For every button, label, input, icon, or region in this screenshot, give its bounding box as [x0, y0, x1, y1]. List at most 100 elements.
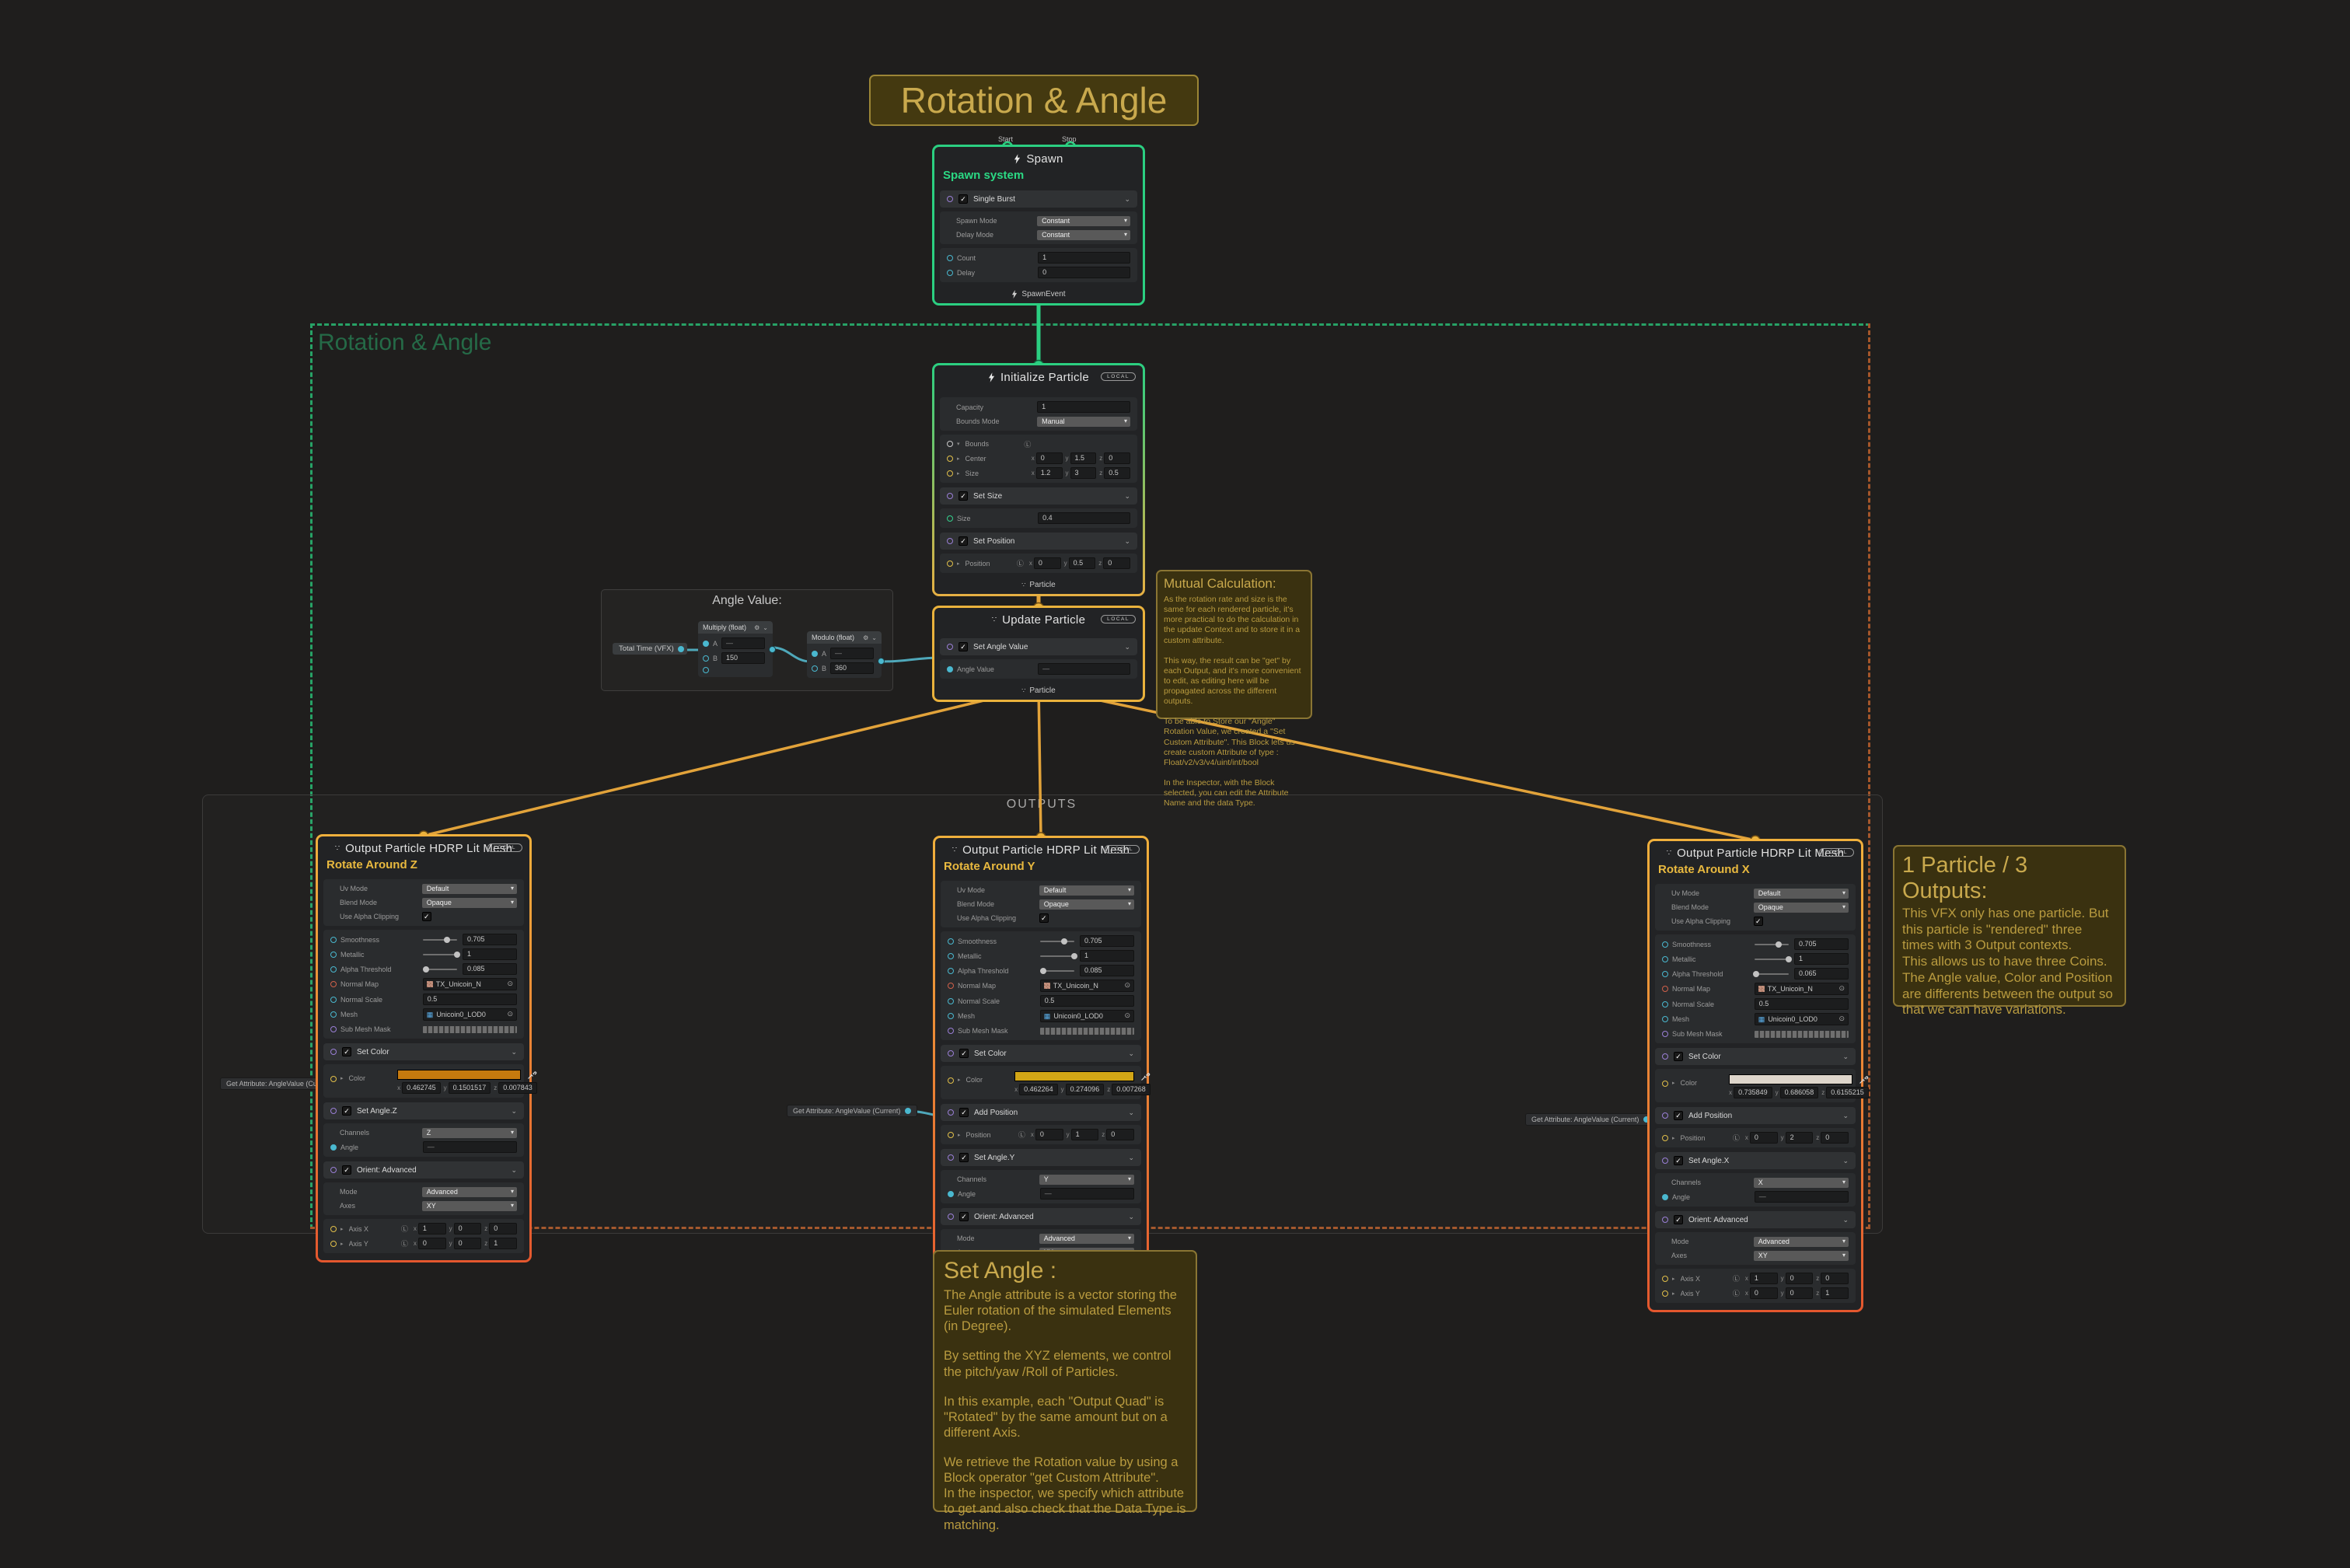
channels-dropdown[interactable]: Y: [1039, 1174, 1134, 1185]
axis-y-x-field[interactable]: 0: [417, 1238, 446, 1249]
multiply-node[interactable]: Multiply (float) ⚙ ⌄ A — B 150: [698, 621, 776, 677]
axis-y-x-field[interactable]: 0: [1749, 1287, 1778, 1299]
alpha-threshold-port[interactable]: [330, 966, 337, 973]
count-field[interactable]: 1: [1038, 252, 1130, 264]
one-particle-note[interactable]: 1 Particle / 3 Outputs: This VFX only ha…: [1893, 845, 2126, 1017]
position-x-field[interactable]: 0: [1033, 557, 1061, 569]
block-port[interactable]: [947, 644, 953, 650]
axis-x-z-field[interactable]: 0: [1821, 1273, 1849, 1284]
mode-dropdown[interactable]: Advanced: [421, 1186, 517, 1197]
modulo-node[interactable]: Modulo (float) ⚙ ⌄ A — B 360: [807, 631, 885, 678]
block-port[interactable]: [947, 493, 953, 499]
block-port[interactable]: [1662, 1053, 1668, 1060]
normal-scale-field[interactable]: 0.5: [422, 994, 517, 1005]
mesh-field[interactable]: ▦ Unicoin0_LOD0 ⊙: [422, 1008, 517, 1021]
eyedropper-icon[interactable]: [1140, 1071, 1151, 1081]
color-y-field[interactable]: 0.1501517: [448, 1082, 491, 1094]
blend-mode-dropdown[interactable]: Opaque: [421, 897, 517, 908]
chevron-down-icon[interactable]: ⌄: [511, 1166, 517, 1175]
sub-mesh-mask-field[interactable]: [422, 1025, 517, 1033]
set-angle-checkbox[interactable]: ✓: [342, 1106, 351, 1116]
color-z-field[interactable]: 0.007843: [498, 1082, 537, 1094]
chevron-down-icon[interactable]: ⌄: [511, 1048, 517, 1056]
total-time-node[interactable]: Total Time (VFX): [613, 643, 687, 655]
axis-x-port[interactable]: [330, 1225, 337, 1232]
axis-x-port[interactable]: [1662, 1275, 1668, 1282]
metallic-slider[interactable]: 1: [1039, 950, 1134, 962]
channels-dropdown[interactable]: X: [1753, 1177, 1849, 1188]
mode-dropdown[interactable]: Advanced: [1039, 1233, 1134, 1244]
output-context[interactable]: ∵ Output Particle HDRP Lit Mesh LOCAL Ro…: [1647, 839, 1869, 1312]
sub-mesh-mask-port[interactable]: [330, 1026, 337, 1032]
chevron-down-icon[interactable]: ⌄: [1124, 492, 1130, 501]
axis-x-x-field[interactable]: 1: [1749, 1273, 1778, 1284]
set-size-block[interactable]: ✓ Set Size ⌄: [940, 487, 1137, 505]
chevron-down-icon[interactable]: ⌄: [1124, 195, 1130, 204]
smoothness-port[interactable]: [330, 936, 337, 943]
color-port[interactable]: [1662, 1081, 1668, 1087]
mesh-field[interactable]: ▦ Unicoin0_LOD0 ⊙: [1754, 1013, 1849, 1025]
color-y-field[interactable]: 0.274096: [1065, 1084, 1105, 1095]
set-angle-block[interactable]: ✓ Set Angle.X ⌄: [1655, 1152, 1856, 1169]
chevron-down-icon[interactable]: ⌄: [1842, 1053, 1849, 1061]
position-z-field[interactable]: 0: [1821, 1132, 1849, 1144]
set-position-checkbox[interactable]: ✓: [959, 536, 968, 546]
chevron-down-icon[interactable]: ⌄: [763, 624, 768, 631]
set-color-block[interactable]: ✓ Set Color ⌄: [323, 1043, 524, 1060]
vfx-graph-canvas[interactable]: Rotation & Angle OUTPUTS Rotation & Angl…: [0, 0, 2350, 1568]
sub-mesh-mask-field[interactable]: [1754, 1030, 1849, 1038]
metallic-field[interactable]: 1: [463, 948, 517, 960]
mesh-port[interactable]: [948, 1013, 954, 1019]
color-x-field[interactable]: 0.735849: [1734, 1087, 1772, 1098]
chevron-down-icon[interactable]: ⌄: [1128, 1213, 1134, 1221]
sub-mesh-mask-port[interactable]: [948, 1028, 954, 1034]
gear-icon[interactable]: ⚙: [863, 634, 868, 641]
angle-port[interactable]: [1662, 1193, 1668, 1200]
alpha-threshold-slider[interactable]: 0.065: [1753, 968, 1849, 980]
count-port[interactable]: [947, 254, 953, 261]
object-picker-icon[interactable]: ⊙: [1124, 981, 1130, 990]
channels-dropdown[interactable]: Z: [421, 1127, 517, 1138]
metallic-port[interactable]: [948, 952, 954, 959]
angle-port[interactable]: [948, 1190, 954, 1197]
block-port[interactable]: [330, 1049, 337, 1055]
smoothness-field[interactable]: 0.705: [1794, 938, 1849, 950]
alpha-clipping-checkbox[interactable]: ✓: [421, 912, 431, 921]
chevron-down-icon[interactable]: ⌄: [1128, 1109, 1134, 1117]
output-context[interactable]: ∵ Output Particle HDRP Lit Mesh LOCAL Ro…: [316, 834, 537, 1262]
metallic-port[interactable]: [1662, 955, 1668, 962]
orient-checkbox[interactable]: ✓: [342, 1165, 351, 1175]
orient-checkbox[interactable]: ✓: [1674, 1215, 1683, 1224]
set-color-checkbox[interactable]: ✓: [959, 1049, 969, 1058]
block-port[interactable]: [948, 1214, 954, 1220]
axes-dropdown[interactable]: XY: [421, 1200, 517, 1211]
mutual-calculation-note[interactable]: Mutual Calculation: As the rotation rate…: [1156, 570, 1312, 808]
bounds-mode-dropdown[interactable]: Manual: [1037, 416, 1130, 427]
axis-x-y-field[interactable]: 0: [453, 1223, 482, 1234]
block-port[interactable]: [1662, 1158, 1668, 1164]
normal-scale-port[interactable]: [948, 997, 954, 1004]
uv-mode-dropdown[interactable]: Default: [1039, 885, 1134, 896]
input-a-port[interactable]: [812, 650, 818, 657]
angle-field[interactable]: —: [1754, 1191, 1849, 1203]
color-port[interactable]: [330, 1076, 337, 1082]
set-angle-checkbox[interactable]: ✓: [959, 1153, 969, 1162]
axis-y-y-field[interactable]: 0: [1785, 1287, 1814, 1299]
chevron-down-icon[interactable]: ⌄: [1842, 1216, 1849, 1224]
angle-field[interactable]: —: [422, 1141, 517, 1153]
position-x-field[interactable]: 0: [1749, 1132, 1778, 1144]
alpha-threshold-port[interactable]: [1662, 970, 1668, 977]
alpha-threshold-field[interactable]: 0.085: [1080, 965, 1134, 976]
alpha-threshold-port[interactable]: [948, 967, 954, 974]
block-port[interactable]: [948, 1050, 954, 1056]
set-position-block[interactable]: ✓ Set Position ⌄: [940, 533, 1137, 550]
size-field[interactable]: 0.4: [1038, 512, 1130, 524]
position-port[interactable]: [1662, 1134, 1668, 1141]
object-picker-icon[interactable]: ⊙: [1838, 1014, 1845, 1023]
axes-dropdown[interactable]: XY: [1753, 1250, 1849, 1261]
set-angle-checkbox[interactable]: ✓: [1674, 1156, 1683, 1165]
alpha-clipping-checkbox[interactable]: ✓: [1039, 913, 1049, 923]
add-position-checkbox[interactable]: ✓: [959, 1108, 969, 1117]
block-port[interactable]: [948, 1154, 954, 1161]
center-x-field[interactable]: 0: [1035, 452, 1063, 464]
